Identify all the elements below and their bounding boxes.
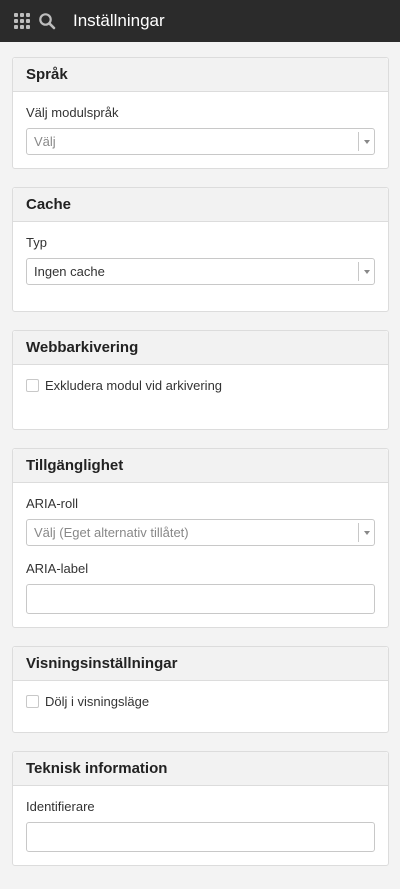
identifier-input[interactable] [26, 822, 375, 852]
aria-role-label: ARIA-roll [26, 496, 79, 511]
panel-title-cache: Cache [13, 188, 388, 222]
chevron-down-icon[interactable] [358, 523, 374, 542]
panel-cache: Cache Typ Ingen cache [12, 187, 389, 312]
panel-title-display: Visningsinställningar [13, 647, 388, 681]
identifier-label: Identifierare [26, 799, 95, 814]
aria-role-placeholder: Välj (Eget alternativ tillåtet) [34, 525, 189, 540]
aria-label-label: ARIA-label [26, 561, 89, 576]
exclude-archiving-checkbox[interactable] [26, 379, 39, 392]
module-language-label: Välj modulspråk [26, 105, 119, 120]
page-title: Inställningar [73, 11, 165, 30]
hide-in-view-mode-option[interactable]: Dölj i visningsläge [26, 694, 375, 709]
panel-title-language: Språk [13, 58, 388, 92]
exclude-archiving-label[interactable]: Exkludera modul vid arkivering [45, 378, 222, 393]
hide-in-view-mode-checkbox[interactable] [26, 695, 39, 708]
exclude-archiving-option[interactable]: Exkludera modul vid arkivering [26, 378, 375, 393]
panel-technical: Teknisk information Identifierare [12, 751, 389, 866]
hide-in-view-mode-label[interactable]: Dölj i visningsläge [45, 694, 149, 709]
panel-display: Visningsinställningar Dölj i visningsläg… [12, 646, 389, 733]
panel-archiving: Webbarkivering Exkludera modul vid arkiv… [12, 330, 389, 430]
aria-label-input[interactable] [26, 584, 375, 614]
panel-title-technical: Teknisk information [13, 752, 388, 786]
cache-type-value: Ingen cache [34, 264, 105, 279]
top-bar: Inställningar [0, 0, 400, 42]
chevron-down-icon[interactable] [358, 132, 374, 151]
search-icon[interactable] [38, 12, 56, 30]
panel-title-archiving: Webbarkivering [13, 331, 388, 365]
module-language-select[interactable]: Välj [26, 128, 375, 155]
panel-language: Språk Välj modulspråk Välj [12, 57, 389, 169]
apps-grid-icon[interactable] [14, 13, 30, 29]
chevron-down-icon[interactable] [358, 262, 374, 281]
module-language-placeholder: Välj [34, 134, 56, 149]
cache-type-select[interactable]: Ingen cache [26, 258, 375, 285]
cache-type-label: Typ [26, 235, 47, 250]
panel-title-accessibility: Tillgänglighet [13, 449, 388, 483]
aria-role-select[interactable]: Välj (Eget alternativ tillåtet) [26, 519, 375, 546]
panel-accessibility: Tillgänglighet ARIA-roll Välj (Eget alte… [12, 448, 389, 628]
settings-content: Språk Välj modulspråk Välj Cache Typ Ing… [0, 42, 400, 866]
